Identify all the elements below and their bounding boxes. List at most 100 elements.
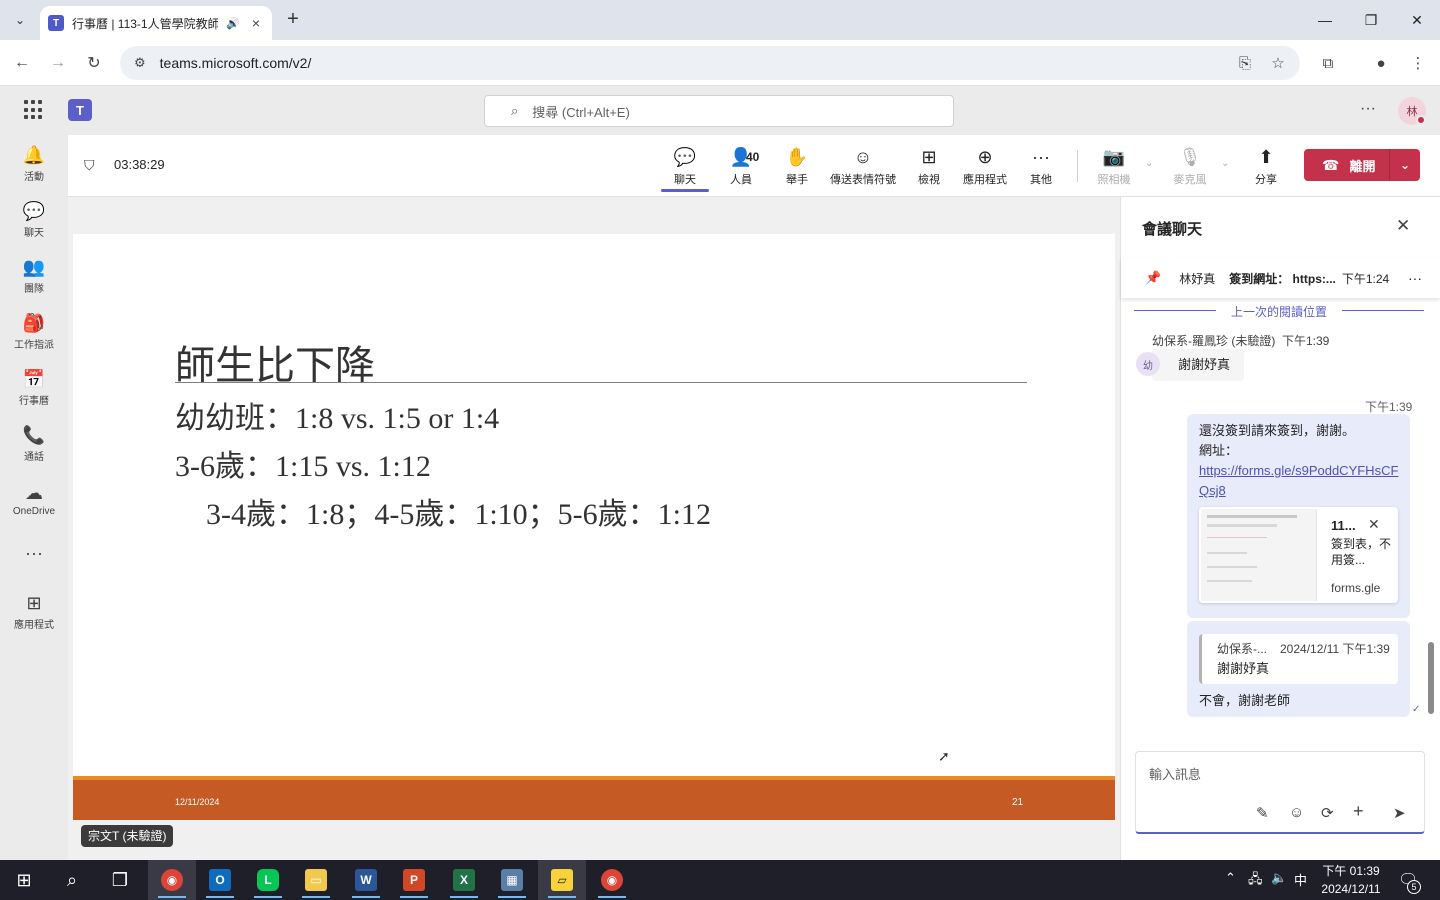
mic-options-chevron-icon[interactable]: ⌄ (1221, 158, 1229, 169)
camera-button[interactable]: 📷 照相機 (1084, 140, 1144, 192)
window-close-icon[interactable]: ✕ (1394, 0, 1440, 40)
close-icon[interactable]: ✕ (1368, 516, 1380, 533)
task-view-icon[interactable]: ❐ (96, 860, 144, 900)
profile-icon[interactable]: ● (1369, 51, 1393, 75)
people-button[interactable]: 👤 人員 (711, 140, 771, 192)
loop-icon[interactable]: ⟳ (1321, 804, 1334, 822)
ime-indicator[interactable]: 中 (1294, 870, 1307, 889)
slide-line: 3-6歲：1:15 vs. 1:12 (175, 450, 431, 483)
taskbar-file-explorer-icon[interactable]: ▭ (292, 860, 340, 900)
message-time: 下午1:39 (1282, 334, 1330, 348)
ellipsis-icon: ··· (1032, 147, 1050, 167)
mic-off-icon: 🎙 (1178, 147, 1202, 167)
cloud-icon: ☁ (25, 482, 43, 503)
rail-item-more[interactable]: ··· (0, 527, 68, 579)
search-icon[interactable]: ⌕ (48, 860, 96, 900)
site-info-icon[interactable]: ⚙ (134, 55, 146, 71)
volume-icon[interactable]: 🔈 (1271, 870, 1287, 886)
app-launcher-grid-icon[interactable] (24, 100, 44, 120)
share-upload-icon: ⬆ (1258, 147, 1274, 167)
bookmark-star-icon[interactable]: ☆ (1266, 51, 1290, 75)
emoji-icon[interactable]: ☺ (1289, 804, 1304, 821)
tab-search-chevron-icon[interactable]: ⌄ (8, 8, 32, 32)
taskbar-sticky-notes-icon[interactable]: ▱ (538, 860, 586, 900)
minimize-icon[interactable]: — (1302, 0, 1348, 40)
add-icon[interactable]: + (1353, 801, 1364, 822)
url-text: teams.microsoft.com/v2/ (159, 55, 312, 71)
slide-page-number: 21 (1012, 797, 1024, 808)
format-pen-icon[interactable]: ✎ (1256, 804, 1269, 822)
share-button[interactable]: ⬆ 分享 (1236, 140, 1296, 192)
camera-off-icon: 📷 (1102, 147, 1126, 167)
active-tab-indicator (661, 189, 709, 192)
shield-icon[interactable]: ⛉ (84, 157, 95, 174)
rail-item-apps[interactable]: ⊞ 應用程式 (0, 583, 68, 639)
install-app-icon[interactable]: ⎘ (1233, 51, 1257, 75)
raise-hand-button[interactable]: ✋ 舉手 (767, 140, 827, 192)
more-button[interactable]: ··· 其他 (1011, 140, 1071, 192)
leave-button[interactable]: ☎ 離開 ⌄ (1304, 149, 1420, 181)
close-icon[interactable]: ✕ (1396, 216, 1410, 236)
bell-icon: 🔔 (22, 144, 46, 165)
taskbar-word-icon[interactable]: W (342, 860, 390, 900)
chat-button[interactable]: 💬 聊天 (655, 140, 715, 192)
quoted-time: 2024/12/11 下午1:39 (1280, 642, 1390, 656)
new-tab-button[interactable]: + (282, 8, 304, 32)
forward-arrow-icon[interactable]: → (46, 51, 70, 75)
apps-button[interactable]: ⊕ 應用程式 (955, 140, 1015, 192)
rail-item-chat[interactable]: 💬 聊天 (0, 191, 68, 247)
camera-options-chevron-icon[interactable]: ⌄ (1145, 158, 1153, 169)
rail-item-calls[interactable]: 📞 通話 (0, 415, 68, 471)
reactions-button[interactable]: ☺ 傳送表情符號 (823, 140, 903, 192)
taskbar-calculator-icon[interactable]: ▦ (488, 860, 536, 900)
pinned-time: 下午1:24 (1341, 271, 1390, 286)
tab-close-icon[interactable]: × (248, 15, 264, 31)
taskbar-clock[interactable]: 下午 01:39 2024/12/11 (1314, 862, 1388, 898)
avatar[interactable]: 幼 (1136, 352, 1160, 376)
taskbar-line-icon[interactable]: L (244, 860, 292, 900)
taskbar-outlook-icon[interactable]: O (196, 860, 244, 900)
chrome-menu-icon[interactable]: ⋮ (1406, 51, 1430, 75)
taskbar-powerpoint-icon[interactable]: P (390, 860, 438, 900)
taskbar-chrome-icon[interactable]: ◉ (148, 860, 196, 900)
message-header: 幼保系-羅鳳珍 (未驗證) 下午1:39 (1152, 332, 1329, 349)
message-bubble[interactable]: 謝謝妤真 (1152, 349, 1245, 381)
message-link[interactable]: https://forms.gle/s9PoddCYFHsCFQsj8 (1199, 461, 1403, 501)
quoted-sender: 幼保系-... (1217, 642, 1267, 656)
rail-item-onedrive[interactable]: ☁ OneDrive (0, 471, 68, 527)
presenter-name-tag: 宗文T (未驗證) (81, 825, 174, 847)
view-button[interactable]: ⊞ 檢視 (899, 140, 959, 192)
address-bar[interactable]: ⚙ teams.microsoft.com/v2/ (120, 46, 1300, 80)
rail-item-teams[interactable]: 👥 團隊 (0, 247, 68, 303)
mic-button[interactable]: 🎙 麥克風 (1160, 140, 1220, 192)
reload-icon[interactable]: ↻ (82, 51, 106, 75)
tray-chevron-up-icon[interactable]: ⌃ (1225, 870, 1236, 886)
chat-scrollbar[interactable] (1428, 642, 1434, 714)
browser-tab[interactable]: T 行事曆 | 113-1人管學院教師 🔊 × (40, 6, 272, 40)
rail-item-assignments[interactable]: 🎒 工作指派 (0, 303, 68, 359)
link-preview-domain: forms.gle (1331, 581, 1381, 595)
settings-more-icon[interactable]: ··· (1360, 100, 1382, 118)
leave-options-chevron-icon[interactable]: ⌄ (1390, 158, 1420, 172)
toolbar-divider (1077, 150, 1078, 182)
notification-count-badge: 5 (1407, 880, 1421, 894)
send-icon[interactable]: ➤ (1393, 804, 1406, 822)
taskbar-chrome-profile-icon[interactable]: ◉ (588, 860, 636, 900)
rail-item-activity[interactable]: 🔔 活動 (0, 135, 68, 191)
mouse-cursor-icon: ➚ (938, 748, 950, 764)
pinned-text: 簽到網址： https:... (1229, 271, 1336, 286)
back-arrow-icon[interactable]: ← (10, 51, 34, 75)
pinned-message[interactable]: 📌 林妤真 簽到網址： https:... 下午1:24 ··· (1121, 258, 1440, 298)
message-text: 不會，謝謝老師 (1199, 693, 1291, 708)
rail-item-calendar[interactable]: 📅 行事曆 (0, 359, 68, 415)
search-input[interactable]: ⌕ 搜尋 (Ctrl+Alt+E) (484, 95, 954, 127)
link-preview-thumbnail (1201, 509, 1317, 601)
slide-footer-date: 12/11/2024 (175, 797, 220, 807)
chat-bubble-icon: 💬 (673, 147, 697, 167)
restore-icon[interactable]: ❐ (1348, 0, 1394, 40)
pinned-more-icon[interactable]: ··· (1408, 270, 1422, 286)
windows-start-icon[interactable]: ⊞ (0, 860, 48, 900)
taskbar-excel-icon[interactable]: X (440, 860, 488, 900)
extensions-puzzle-icon[interactable]: ⧉ (1316, 51, 1340, 75)
network-icon[interactable]: 🖧 (1248, 870, 1263, 892)
